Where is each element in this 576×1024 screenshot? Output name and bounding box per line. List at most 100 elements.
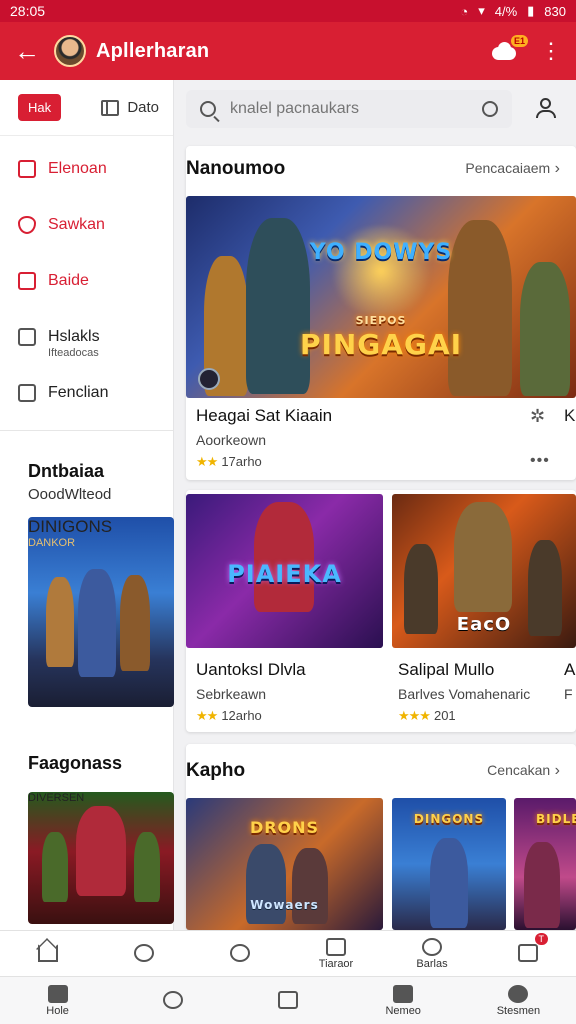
home-icon [47, 984, 68, 1003]
mail-icon [393, 984, 414, 1003]
battery-text: 4/% [494, 3, 518, 19]
sidebar-section-subtitle: OoodWlteod [28, 486, 112, 503]
featured-game-title[interactable]: Heagai Sat Kiaain [196, 406, 332, 426]
sidebar-item-hslakls[interactable]: Hslakls Ifteadocas [0, 310, 173, 366]
more-horiz-icon[interactable]: ••• [530, 452, 550, 470]
game-tile-art[interactable]: DRONS Wowaers [186, 798, 383, 930]
game-card-title[interactable]: Salipal Mullo [398, 660, 494, 680]
inbox-badge: T [534, 933, 548, 945]
sidebar-game-art[interactable]: DINIGONS DANKOR [28, 517, 174, 707]
cloud-badge: E1 [510, 35, 528, 47]
game-card-subtitle: Barlves Vomahenaric [398, 686, 531, 702]
rating-text: 12arho [221, 708, 262, 723]
home-icon [38, 943, 58, 962]
nav-barlas[interactable]: Barlas [384, 931, 480, 976]
game-tile-caption: Wowaers [250, 898, 319, 912]
game-card-subtitle-clipped: F [564, 686, 573, 702]
game-card-rating: ★★★ 201 [398, 708, 456, 724]
art-logo: DIVERSEN [28, 792, 85, 804]
game-card-subtitle: Sebrkeawn [196, 686, 267, 702]
wifi-icon: ◔ [460, 3, 469, 19]
sidebar-item-elenoan[interactable]: Elenoan [0, 142, 173, 198]
game-card-logo: PIAIEKA [227, 560, 342, 588]
person-icon [134, 943, 154, 962]
sidebar-toggle-button[interactable]: Dato [101, 99, 159, 116]
cloud-notification-icon[interactable]: E1 [490, 35, 528, 61]
status-time: 28:05 [10, 3, 46, 19]
nav-hole[interactable]: Hole [0, 977, 115, 1024]
back-arrow-icon[interactable]: ← [14, 36, 48, 67]
art-logo: DINIGONS [28, 517, 113, 536]
featured-game-subtitle: Aoorkeown [196, 432, 267, 448]
star-icon: ★★ [196, 454, 218, 469]
featured-game-rating: ★★ 17arho [196, 454, 262, 470]
game-card-title-clipped: A [564, 660, 576, 679]
game-tile-logo: DRONS [249, 818, 320, 837]
nav-profile[interactable] [96, 931, 192, 976]
library-icon [278, 990, 298, 1009]
sidebar-item-sawkan[interactable]: Sawkan [0, 198, 173, 254]
sidebar-pill-button[interactable]: Hak [18, 94, 62, 121]
see-all-link[interactable]: Cencakan [487, 762, 560, 780]
nav-nemeo[interactable]: Nemeo [346, 977, 461, 1024]
game-card-art[interactable]: PIAIEKA [186, 494, 383, 648]
nav-stesmen[interactable]: Stesmen [461, 977, 576, 1024]
game-tile-logo: DINGONS [413, 812, 485, 826]
nav-home-outline[interactable] [0, 931, 96, 976]
profile-icon[interactable] [534, 96, 558, 120]
bottom-nav-secondary: Tiaraor Barlas T [0, 930, 576, 976]
game-card-art[interactable]: EacO [392, 494, 576, 648]
more-vert-icon[interactable]: ⋮ [540, 40, 562, 62]
close-box-icon [18, 384, 36, 402]
game-card-logo: EacO [456, 614, 512, 635]
app-title: Apllerharan [96, 39, 210, 62]
search-bar[interactable] [186, 90, 512, 128]
section-header-bottom: Kapho Cencakan [186, 760, 576, 782]
nav-library[interactable] [230, 977, 345, 1024]
nav-inbox[interactable]: T [480, 931, 576, 976]
sidebar-item-baide[interactable]: Baide [0, 254, 173, 310]
search-input[interactable] [230, 100, 482, 118]
person-icon [508, 984, 529, 1003]
star-icon: ★★ [196, 708, 218, 723]
sidebar-section-second: Faagonass DIVERSEN [0, 707, 174, 924]
featured-game-banner[interactable]: YO DOWYS SIEPOS PINGAGAI [186, 196, 576, 398]
see-all-link[interactable]: Pencacaiaem [465, 160, 560, 178]
sidebar-item-label: Fenclian [48, 384, 109, 401]
sidebar-toggle-label: Dato [127, 99, 159, 116]
nav-label: Tiaraor [318, 957, 354, 970]
bottom-nav-primary: Hole Nemeo Stesmen [0, 976, 576, 1024]
game-tile-art[interactable]: DINGONS [392, 798, 506, 930]
nav-label: Stesmen [496, 1004, 541, 1017]
nav-search[interactable] [192, 931, 288, 976]
sidebar-item-label: Elenoan [48, 160, 107, 177]
avatar[interactable] [54, 35, 86, 67]
section-title: Kapho [186, 760, 246, 781]
battery-icon: ▮ [527, 3, 535, 18]
shield-icon [18, 216, 36, 234]
sidebar: Hak Dato Elenoan Sawkan Baide Hslakls If… [0, 80, 174, 930]
mail-icon [518, 943, 538, 962]
nav-label: Nemeo [385, 1004, 421, 1017]
sidebar-section-featured: Dntbaiaa OoodWlteod DINIGONS DANKOR [0, 431, 174, 707]
sidebar-item-fenclian[interactable]: Fenclian [0, 366, 173, 422]
bookmark-icon [18, 160, 36, 178]
featured-logo-bottom: PINGAGAI [299, 328, 463, 361]
next-card-title: K [564, 406, 576, 425]
nav-tiaraor[interactable]: Tiaraor [288, 931, 384, 976]
nav-label: Barlas [416, 957, 448, 970]
tray-icon [326, 937, 346, 956]
game-card-title[interactable]: UantoksI Dlvla [196, 660, 306, 680]
status-bar: 28:05 ◔ ▾ 4/% ▮ 830 [0, 0, 576, 22]
sidebar-game-art[interactable]: DIVERSEN [28, 792, 174, 924]
game-tile-logo: BIDLE [536, 812, 576, 826]
game-tile-art[interactable]: BIDLE [514, 798, 576, 930]
nav-search-primary[interactable] [115, 977, 230, 1024]
nav-label: Hole [46, 1004, 69, 1017]
game-emblem-icon [198, 368, 220, 390]
puzzle-icon[interactable]: ✲ [530, 406, 545, 427]
voice-icon[interactable] [482, 101, 498, 117]
search-icon [200, 101, 216, 117]
art-caption: DANKOR [28, 537, 76, 549]
document-icon [18, 272, 36, 290]
